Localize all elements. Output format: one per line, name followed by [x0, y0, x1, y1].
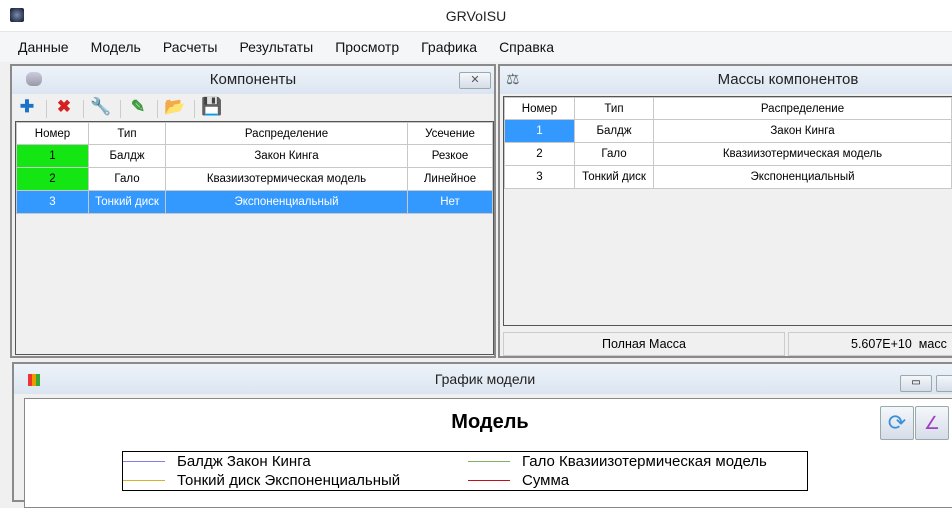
- table-cell[interactable]: Линейное: [407, 167, 493, 191]
- col-type[interactable]: Тип: [574, 97, 654, 120]
- table-cell[interactable]: 1: [504, 119, 575, 143]
- plot-panel: График модели ▭ Модель ⟳ ∠ Балдж Закон К…: [12, 362, 952, 508]
- wrench-icon[interactable]: 🔧: [90, 96, 112, 118]
- refresh-button[interactable]: ⟳: [880, 406, 914, 440]
- toolbar-separator: [120, 99, 121, 118]
- toolbar-separator: [83, 99, 84, 118]
- legend-halo: Гало Квазиизотермическая модель: [522, 453, 767, 470]
- masses-panel: Массы компонентов ⚖ Номер Тип Распределени…: [498, 64, 952, 358]
- col-number[interactable]: Номер: [16, 122, 89, 145]
- legend-bulge: Балдж Закон Кинга: [177, 453, 311, 470]
- col-type[interactable]: Тип: [88, 122, 166, 145]
- chart-legend: Балдж Закон Кинга Гало Квазиизотермическ…: [122, 451, 808, 491]
- plot-window-title: График модели: [14, 364, 952, 394]
- toolbar-separator: [46, 99, 47, 118]
- toolbar-separator: [157, 99, 158, 118]
- table-row[interactable]: 3 Тонкий диск Экспоненциальный: [504, 165, 952, 189]
- col-number[interactable]: Номер: [504, 97, 575, 120]
- masses-title: Массы компонентов: [500, 66, 952, 94]
- restore-button[interactable]: [936, 375, 952, 392]
- table-cell[interactable]: Квазиизотермическая модель: [653, 142, 952, 166]
- table-row[interactable]: 2 Гало Квазиизотермическая модель: [504, 142, 952, 166]
- window-title: GRVoISU: [445, 8, 507, 24]
- table-cell[interactable]: Квазиизотермическая модель: [165, 167, 408, 191]
- legend-disk: Тонкий диск Экспоненциальный: [177, 472, 401, 489]
- curve-plot-button[interactable]: ∠: [915, 406, 949, 440]
- components-grid: Номер Тип Распределение Усечение 1 Балдж Зако…: [15, 121, 494, 355]
- col-distribution[interactable]: Распределение: [653, 97, 952, 120]
- components-title: Компоненты: [12, 66, 494, 94]
- legend-swatch-disk: [123, 479, 165, 482]
- total-mass-label: Полная Масса: [503, 332, 785, 356]
- table-cell[interactable]: 3: [16, 190, 89, 214]
- menu-model[interactable]: Модель: [91, 39, 141, 55]
- table-row[interactable]: 3 Тонкий диск Экспоненциальный Нет: [16, 190, 493, 214]
- table-cell[interactable]: Гало: [88, 167, 166, 191]
- table-cell[interactable]: Резкое: [407, 144, 493, 168]
- table-cell[interactable]: 2: [16, 167, 89, 191]
- add-icon[interactable]: ✚: [16, 96, 38, 118]
- menu-graphics[interactable]: Графика: [421, 39, 477, 55]
- menu-view[interactable]: Просмотр: [335, 39, 399, 55]
- minimize-button[interactable]: ▭: [900, 375, 932, 392]
- table-cell[interactable]: Нет: [407, 190, 493, 214]
- components-toolbar: ✚ ✖ 🔧 ✎ 📂 💾: [16, 96, 231, 120]
- legend-swatch-bulge: [123, 460, 165, 463]
- table-cell[interactable]: Экспоненциальный: [165, 190, 408, 214]
- table-cell[interactable]: Гало: [574, 142, 654, 166]
- table-row[interactable]: 1 Балдж Закон Кинга: [504, 119, 952, 143]
- components-panel: Компоненты ✕ ✚ ✖ 🔧 ✎ 📂 💾 Номер Тип Распределени…: [10, 64, 496, 358]
- chart-icon: [28, 374, 40, 386]
- table-row[interactable]: 2 Гало Квазиизотермическая модель Линейное: [16, 167, 493, 191]
- total-mass-value: 5.607E+10 масс: [788, 332, 952, 356]
- table-cell[interactable]: 2: [504, 142, 575, 166]
- table-cell[interactable]: Тонкий диск: [88, 190, 166, 214]
- table-cell[interactable]: Закон Кинга: [165, 144, 408, 168]
- chart-title: Модель: [451, 411, 529, 433]
- close-button[interactable]: ✕: [459, 72, 491, 89]
- table-cell[interactable]: Закон Кинга: [653, 119, 952, 143]
- open-folder-icon[interactable]: 📂: [164, 96, 186, 118]
- legend-sum: Сумма: [522, 472, 570, 489]
- menu-results[interactable]: Результаты: [239, 39, 313, 55]
- delete-icon[interactable]: ✖: [53, 96, 75, 118]
- title-bar: GRVoISU: [0, 0, 952, 32]
- col-distribution[interactable]: Распределение: [165, 122, 408, 145]
- table-cell[interactable]: Балдж: [574, 119, 654, 143]
- table-cell[interactable]: Тонкий диск: [574, 165, 654, 189]
- legend-swatch-halo: [468, 460, 510, 463]
- database-icon: [26, 72, 42, 86]
- table-cell[interactable]: Экспоненциальный: [653, 165, 952, 189]
- masses-grid: Номер Тип Распределение 1 Балдж Закон Кинга 2…: [503, 96, 952, 326]
- menu-help[interactable]: Справка: [499, 39, 554, 55]
- menu-data[interactable]: Данные: [18, 39, 69, 55]
- save-icon[interactable]: 💾: [201, 96, 223, 118]
- table-row[interactable]: 1 Балдж Закон Кинга Резкое: [16, 144, 493, 168]
- table-cell[interactable]: 1: [16, 144, 89, 168]
- pencil-icon[interactable]: ✎: [127, 96, 149, 118]
- table-cell[interactable]: 3: [504, 165, 575, 189]
- legend-swatch-sum: [468, 479, 510, 482]
- menu-bar: Данные Модель Расчеты Результаты Просмот…: [0, 32, 952, 62]
- toolbar-separator: [194, 99, 195, 118]
- col-truncation[interactable]: Усечение: [407, 122, 493, 145]
- menu-calculations[interactable]: Расчеты: [163, 39, 218, 55]
- table-cell[interactable]: Балдж: [88, 144, 166, 168]
- scales-icon: ⚖: [506, 71, 520, 88]
